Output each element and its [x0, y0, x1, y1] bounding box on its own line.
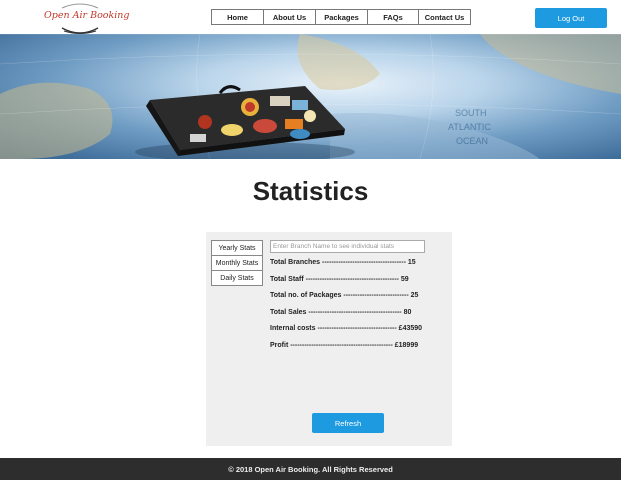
tab-daily-stats[interactable]: Daily Stats	[211, 270, 263, 286]
footer: © 2018 Open Air Booking. All Rights Rese…	[0, 458, 621, 480]
logout-button[interactable]: Log Out	[535, 8, 607, 28]
stat-value: 25	[410, 292, 419, 299]
nav-packages[interactable]: Packages	[316, 10, 368, 24]
stats-tabs: Yearly Stats Monthly Stats Daily Stats	[211, 240, 263, 286]
svg-text:ATLANTIC: ATLANTIC	[448, 122, 491, 132]
logo-text: Open Air Booking	[44, 10, 130, 21]
tab-yearly-stats[interactable]: Yearly Stats	[211, 240, 263, 256]
nav-faqs[interactable]: FAQs	[368, 10, 419, 24]
stat-label: Total Staff	[270, 275, 304, 283]
stat-value: 80	[403, 308, 412, 316]
stat-value: 15	[407, 259, 416, 266]
stats-panel: Yearly Stats Monthly Stats Daily Stats T…	[206, 232, 452, 446]
stat-value: £18999	[394, 341, 419, 349]
stat-label: Profit	[270, 341, 289, 349]
svg-text:OCEAN: OCEAN	[456, 136, 488, 146]
refresh-button[interactable]: Refresh	[312, 413, 384, 433]
branch-search-input[interactable]	[270, 240, 425, 253]
stat-total-packages: Total no. of Packages ------------------…	[270, 292, 419, 299]
stat-value: 59	[400, 275, 409, 283]
stat-profit: Profit ---------------------------------…	[270, 341, 419, 349]
page-title: Statistics	[252, 176, 369, 206]
nav-home[interactable]: Home	[212, 10, 264, 24]
nav-contact-us[interactable]: Contact Us	[419, 10, 470, 24]
stat-label: Total Sales	[270, 308, 307, 316]
suitcase-map-image: SOUTH ATLANTIC OCEAN	[0, 34, 621, 159]
nav-about-us[interactable]: About Us	[264, 10, 316, 24]
tab-monthly-stats[interactable]: Monthly Stats	[211, 255, 263, 271]
header: Open Air Booking Home About Us Packages …	[0, 0, 621, 34]
hero-banner: SOUTH ATLANTIC OCEAN	[0, 34, 621, 159]
stat-total-sales: Total Sales ----------------------------…	[270, 308, 412, 316]
stat-total-staff: Total Staff ----------------------------…	[270, 275, 409, 283]
stat-label: Total Branches	[270, 259, 321, 266]
svg-text:SOUTH: SOUTH	[455, 108, 487, 118]
copyright-text: © 2018 Open Air Booking. All Rights Rese…	[228, 464, 393, 474]
main-nav: Home About Us Packages FAQs Contact Us	[211, 9, 471, 25]
stat-internal-costs: Internal costs -------------------------…	[270, 325, 423, 332]
stat-total-branches: Total Branches -------------------------…	[270, 259, 416, 266]
stat-label: Total no. of Packages	[270, 292, 342, 299]
site-logo[interactable]: Open Air Booking	[40, 2, 130, 34]
stat-label: Internal costs	[270, 325, 316, 332]
stats-list: Total Branches -------------------------…	[270, 258, 425, 357]
stat-value: £43590	[398, 325, 423, 332]
